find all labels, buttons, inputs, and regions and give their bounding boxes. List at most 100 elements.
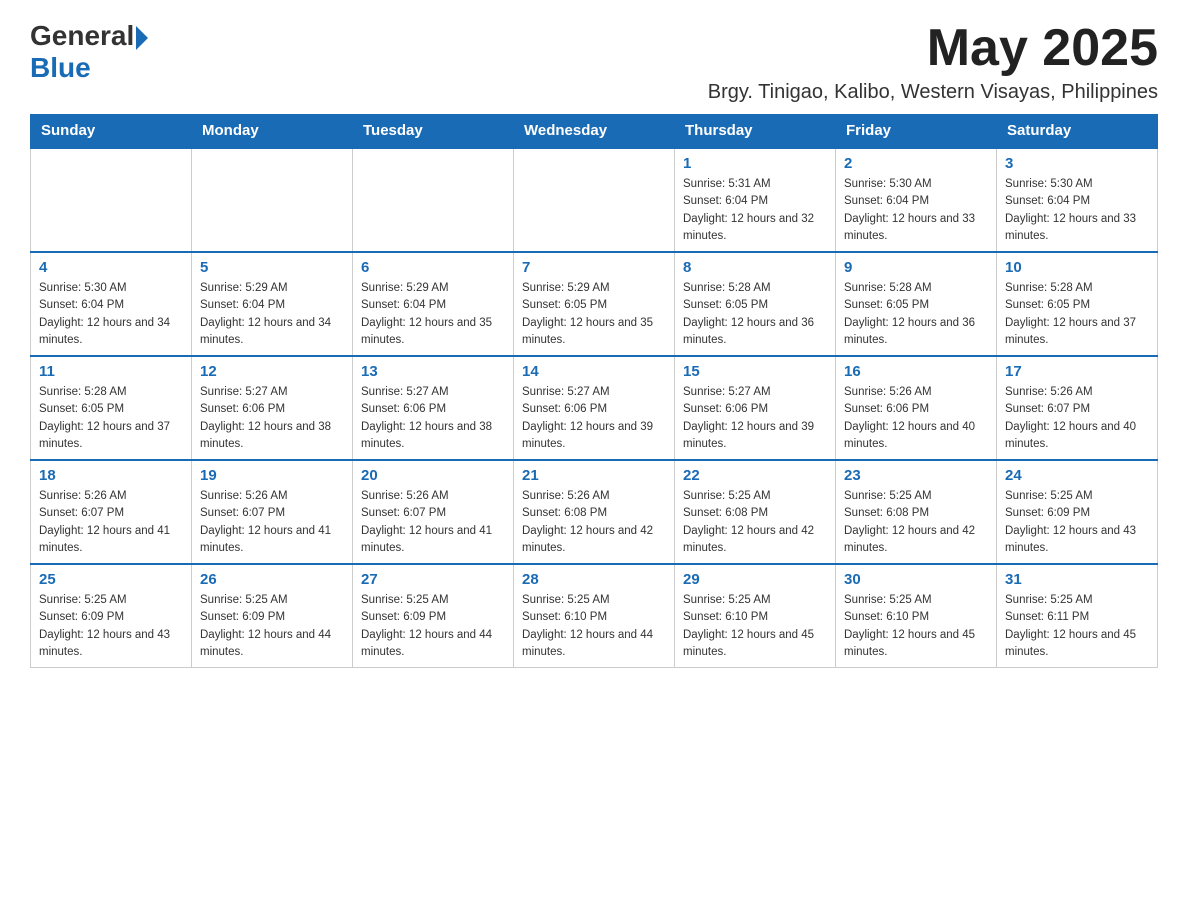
day-number: 19 [200, 467, 344, 484]
day-number: 20 [361, 467, 505, 484]
calendar-cell [514, 148, 675, 252]
day-info: Sunrise: 5:26 AM Sunset: 6:07 PM Dayligh… [200, 488, 344, 557]
logo-general: General [30, 20, 134, 52]
calendar-cell [192, 148, 353, 252]
calendar-cell: 26 Sunrise: 5:25 AM Sunset: 6:09 PM Dayli… [192, 564, 353, 668]
day-number: 18 [39, 467, 183, 484]
day-number: 26 [200, 571, 344, 588]
day-number: 10 [1005, 259, 1149, 276]
day-info: Sunrise: 5:29 AM Sunset: 6:05 PM Dayligh… [522, 280, 666, 349]
day-info: Sunrise: 5:27 AM Sunset: 6:06 PM Dayligh… [200, 384, 344, 453]
calendar-cell: 24 Sunrise: 5:25 AM Sunset: 6:09 PM Dayli… [997, 460, 1158, 564]
calendar-cell: 23 Sunrise: 5:25 AM Sunset: 6:08 PM Dayli… [836, 460, 997, 564]
day-number: 1 [683, 155, 827, 172]
title-section: May 2025 Brgy. Tinigao, Kalibo, Western … [708, 20, 1158, 104]
day-info: Sunrise: 5:25 AM Sunset: 6:11 PM Dayligh… [1005, 592, 1149, 661]
day-number: 22 [683, 467, 827, 484]
day-info: Sunrise: 5:25 AM Sunset: 6:09 PM Dayligh… [39, 592, 183, 661]
calendar-cell: 6 Sunrise: 5:29 AM Sunset: 6:04 PM Daylig… [353, 252, 514, 356]
day-number: 16 [844, 363, 988, 380]
day-info: Sunrise: 5:26 AM Sunset: 6:06 PM Dayligh… [844, 384, 988, 453]
day-info: Sunrise: 5:30 AM Sunset: 6:04 PM Dayligh… [844, 176, 988, 245]
day-number: 29 [683, 571, 827, 588]
calendar-cell: 25Sunrise: 5:25 AM Sunset: 6:09 PM Dayli… [31, 564, 192, 668]
calendar-cell [31, 148, 192, 252]
calendar-table: SundayMondayTuesdayWednesdayThursdayFrid… [30, 114, 1158, 668]
calendar-cell: 30Sunrise: 5:25 AM Sunset: 6:10 PM Dayli… [836, 564, 997, 668]
day-info: Sunrise: 5:28 AM Sunset: 6:05 PM Dayligh… [844, 280, 988, 349]
day-number: 7 [522, 259, 666, 276]
day-number: 28 [522, 571, 666, 588]
day-number: 23 [844, 467, 988, 484]
logo: General Blue [30, 20, 148, 84]
calendar-cell: 31 Sunrise: 5:25 AM Sunset: 6:11 PM Dayli… [997, 564, 1158, 668]
day-info: Sunrise: 5:29 AM Sunset: 6:04 PM Dayligh… [200, 280, 344, 349]
calendar-cell: 7 Sunrise: 5:29 AM Sunset: 6:05 PM Daylig… [514, 252, 675, 356]
logo-arrow-icon [136, 26, 148, 50]
calendar-cell: 21 Sunrise: 5:26 AM Sunset: 6:08 PM Dayli… [514, 460, 675, 564]
calendar-header-monday: Monday [192, 114, 353, 148]
day-number: 4 [39, 259, 183, 276]
calendar-week-row: 1Sunrise: 5:31 AM Sunset: 6:04 PM Daylig… [31, 148, 1158, 252]
day-number: 31 [1005, 571, 1149, 588]
calendar-week-row: 4 Sunrise: 5:30 AM Sunset: 6:04 PM Daylig… [31, 252, 1158, 356]
calendar-cell: 8 Sunrise: 5:28 AM Sunset: 6:05 PM Daylig… [675, 252, 836, 356]
day-info: Sunrise: 5:25 AM Sunset: 6:10 PM Dayligh… [844, 592, 988, 661]
calendar-cell: 5Sunrise: 5:29 AM Sunset: 6:04 PM Daylig… [192, 252, 353, 356]
location-subtitle: Brgy. Tinigao, Kalibo, Western Visayas, … [708, 81, 1158, 104]
calendar-cell: 3 Sunrise: 5:30 AM Sunset: 6:04 PM Daylig… [997, 148, 1158, 252]
day-number: 6 [361, 259, 505, 276]
calendar-cell: 1Sunrise: 5:31 AM Sunset: 6:04 PM Daylig… [675, 148, 836, 252]
day-info: Sunrise: 5:26 AM Sunset: 6:07 PM Dayligh… [39, 488, 183, 557]
day-info: Sunrise: 5:26 AM Sunset: 6:07 PM Dayligh… [361, 488, 505, 557]
calendar-header-thursday: Thursday [675, 114, 836, 148]
day-info: Sunrise: 5:28 AM Sunset: 6:05 PM Dayligh… [683, 280, 827, 349]
calendar-week-row: 25Sunrise: 5:25 AM Sunset: 6:09 PM Dayli… [31, 564, 1158, 668]
day-number: 12 [200, 363, 344, 380]
day-number: 15 [683, 363, 827, 380]
calendar-cell: 14Sunrise: 5:27 AM Sunset: 6:06 PM Dayli… [514, 356, 675, 460]
day-number: 27 [361, 571, 505, 588]
day-info: Sunrise: 5:27 AM Sunset: 6:06 PM Dayligh… [522, 384, 666, 453]
calendar-cell: 17Sunrise: 5:26 AM Sunset: 6:07 PM Dayli… [997, 356, 1158, 460]
calendar-cell: 18 Sunrise: 5:26 AM Sunset: 6:07 PM Dayli… [31, 460, 192, 564]
calendar-header-saturday: Saturday [997, 114, 1158, 148]
day-number: 24 [1005, 467, 1149, 484]
day-info: Sunrise: 5:26 AM Sunset: 6:07 PM Dayligh… [1005, 384, 1149, 453]
calendar-header-sunday: Sunday [31, 114, 192, 148]
calendar-cell: 29 Sunrise: 5:25 AM Sunset: 6:10 PM Dayli… [675, 564, 836, 668]
day-number: 2 [844, 155, 988, 172]
calendar-cell: 20 Sunrise: 5:26 AM Sunset: 6:07 PM Dayli… [353, 460, 514, 564]
day-number: 8 [683, 259, 827, 276]
day-info: Sunrise: 5:30 AM Sunset: 6:04 PM Dayligh… [39, 280, 183, 349]
calendar-header-friday: Friday [836, 114, 997, 148]
day-info: Sunrise: 5:25 AM Sunset: 6:10 PM Dayligh… [522, 592, 666, 661]
day-info: Sunrise: 5:26 AM Sunset: 6:08 PM Dayligh… [522, 488, 666, 557]
calendar-week-row: 11Sunrise: 5:28 AM Sunset: 6:05 PM Dayli… [31, 356, 1158, 460]
logo-blue: Blue [30, 52, 91, 84]
day-number: 3 [1005, 155, 1149, 172]
day-info: Sunrise: 5:27 AM Sunset: 6:06 PM Dayligh… [683, 384, 827, 453]
calendar-cell: 15 Sunrise: 5:27 AM Sunset: 6:06 PM Dayli… [675, 356, 836, 460]
calendar-header-tuesday: Tuesday [353, 114, 514, 148]
calendar-cell: 4 Sunrise: 5:30 AM Sunset: 6:04 PM Daylig… [31, 252, 192, 356]
calendar-header-wednesday: Wednesday [514, 114, 675, 148]
day-info: Sunrise: 5:25 AM Sunset: 6:09 PM Dayligh… [200, 592, 344, 661]
calendar-header-row: SundayMondayTuesdayWednesdayThursdayFrid… [31, 114, 1158, 148]
day-info: Sunrise: 5:28 AM Sunset: 6:05 PM Dayligh… [39, 384, 183, 453]
day-info: Sunrise: 5:25 AM Sunset: 6:09 PM Dayligh… [361, 592, 505, 661]
calendar-cell: 12 Sunrise: 5:27 AM Sunset: 6:06 PM Dayli… [192, 356, 353, 460]
calendar-cell: 2 Sunrise: 5:30 AM Sunset: 6:04 PM Daylig… [836, 148, 997, 252]
day-info: Sunrise: 5:29 AM Sunset: 6:04 PM Dayligh… [361, 280, 505, 349]
calendar-cell: 9Sunrise: 5:28 AM Sunset: 6:05 PM Daylig… [836, 252, 997, 356]
calendar-cell: 22Sunrise: 5:25 AM Sunset: 6:08 PM Dayli… [675, 460, 836, 564]
calendar-cell: 16 Sunrise: 5:26 AM Sunset: 6:06 PM Dayli… [836, 356, 997, 460]
calendar-cell: 27 Sunrise: 5:25 AM Sunset: 6:09 PM Dayli… [353, 564, 514, 668]
day-info: Sunrise: 5:25 AM Sunset: 6:09 PM Dayligh… [1005, 488, 1149, 557]
day-info: Sunrise: 5:27 AM Sunset: 6:06 PM Dayligh… [361, 384, 505, 453]
day-number: 13 [361, 363, 505, 380]
day-info: Sunrise: 5:25 AM Sunset: 6:08 PM Dayligh… [844, 488, 988, 557]
day-info: Sunrise: 5:30 AM Sunset: 6:04 PM Dayligh… [1005, 176, 1149, 245]
day-number: 21 [522, 467, 666, 484]
day-info: Sunrise: 5:25 AM Sunset: 6:10 PM Dayligh… [683, 592, 827, 661]
